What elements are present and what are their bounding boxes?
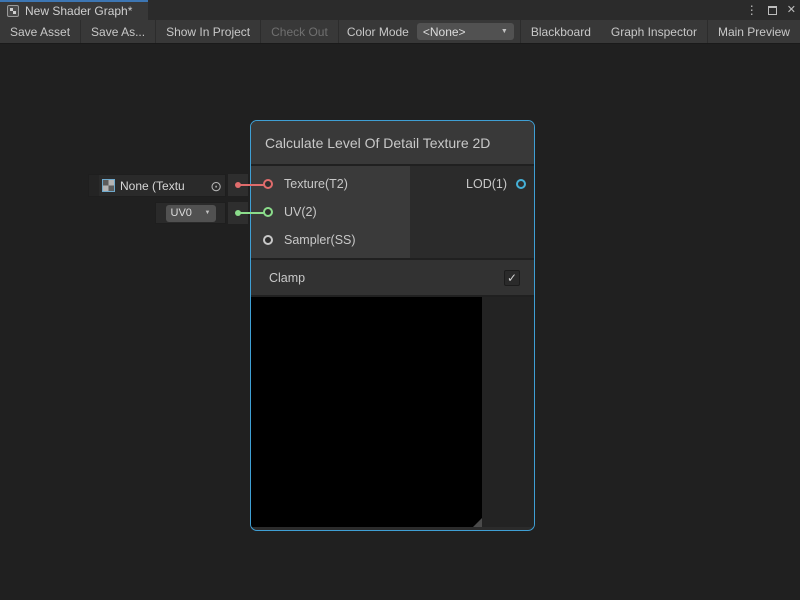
port-label: Sampler(SS): [284, 233, 356, 247]
shader-graph-window: New Shader Graph* ⋮ ✕ Save Asset Save As…: [0, 0, 800, 600]
input-port-sampler[interactable]: Sampler(SS): [251, 226, 410, 254]
graph-inspector-button[interactable]: Graph Inspector: [601, 20, 708, 43]
clamp-setting-row: Clamp ✓: [251, 260, 534, 295]
port-label: LOD(1): [466, 177, 507, 191]
main-preview-button[interactable]: Main Preview: [708, 20, 800, 43]
save-asset-button[interactable]: Save Asset: [0, 20, 81, 43]
input-port-texture[interactable]: Texture(T2): [251, 170, 410, 198]
toolbar-right-group: Color Mode <None> ▼ Blackboard Graph Ins…: [339, 20, 800, 43]
node-preview-image: [251, 297, 482, 527]
node-preview-filler: [482, 297, 534, 527]
blackboard-button[interactable]: Blackboard: [520, 20, 601, 43]
uv-channel-value: UV0: [171, 207, 192, 219]
clamp-checkbox[interactable]: ✓: [504, 270, 520, 286]
input-port-uv[interactable]: UV(2): [251, 198, 410, 226]
maximize-icon[interactable]: [768, 6, 777, 15]
port-label: Texture(T2): [284, 177, 348, 191]
node-calculate-lod-texture2d[interactable]: Calculate Level Of Detail Texture 2D Tex…: [250, 120, 535, 531]
port-connector-icon[interactable]: [263, 207, 273, 217]
color-mode-label: Color Mode: [339, 20, 417, 43]
port-connector-icon[interactable]: [263, 179, 273, 189]
texture-field-value: None (Textu: [120, 179, 185, 193]
check-out-button: Check Out: [261, 20, 339, 43]
color-mode-value: <None>: [423, 25, 466, 39]
edge-uv-wire[interactable]: [240, 212, 264, 214]
clamp-label: Clamp: [269, 271, 305, 285]
texture-object-field[interactable]: None (Textu ⊙: [88, 174, 226, 197]
node-ports: Texture(T2) UV(2) Sampler(SS) LOD(1): [251, 166, 534, 258]
toolbar: Save Asset Save As... Show In Project Ch…: [0, 20, 800, 44]
close-icon[interactable]: ✕: [787, 5, 796, 16]
object-picker-icon[interactable]: ⊙: [210, 179, 222, 193]
tab-title: New Shader Graph*: [25, 4, 132, 18]
object-field-cap: [89, 175, 99, 196]
show-in-project-button[interactable]: Show In Project: [156, 20, 261, 43]
graph-canvas[interactable]: Calculate Level Of Detail Texture 2D Tex…: [0, 44, 800, 600]
node-preview-area: [251, 297, 534, 527]
output-ports-panel: LOD(1): [410, 166, 534, 258]
chevron-down-icon: ▼: [501, 28, 508, 35]
chevron-down-icon: ▼: [205, 210, 211, 216]
edge-texture-wire[interactable]: [240, 184, 264, 186]
port-label: UV(2): [284, 205, 317, 219]
uv-channel-dropdown[interactable]: UV0 ▼: [166, 205, 216, 222]
port-connector-icon[interactable]: [263, 235, 273, 245]
texture-thumbnail-icon: [102, 179, 115, 192]
tab-new-shader-graph[interactable]: New Shader Graph*: [0, 0, 148, 20]
preview-resize-handle[interactable]: [473, 518, 482, 527]
input-ports-panel: Texture(T2) UV(2) Sampler(SS): [251, 166, 410, 258]
color-mode-dropdown[interactable]: <None> ▼: [417, 23, 514, 40]
node-title: Calculate Level Of Detail Texture 2D: [265, 135, 490, 151]
shader-graph-icon: [7, 5, 19, 17]
port-connector-icon[interactable]: [516, 179, 526, 189]
save-as-button[interactable]: Save As...: [81, 20, 156, 43]
uv-field-strip: UV0 ▼: [155, 202, 226, 224]
output-port-lod[interactable]: LOD(1): [410, 170, 534, 198]
tab-bar: New Shader Graph* ⋮ ✕: [0, 0, 800, 20]
menu-icon[interactable]: ⋮: [746, 4, 758, 16]
node-title-bar[interactable]: Calculate Level Of Detail Texture 2D: [251, 121, 534, 166]
window-controls: ⋮ ✕: [746, 0, 796, 20]
